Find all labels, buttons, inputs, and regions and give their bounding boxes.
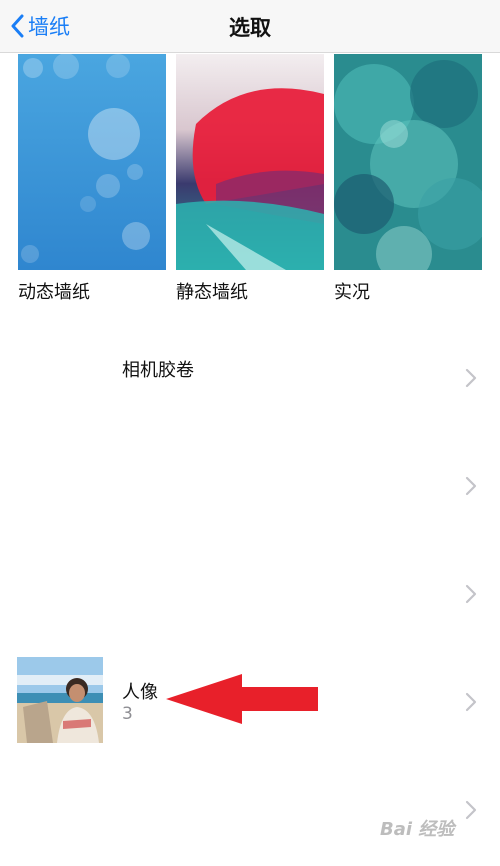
annotation-arrow-icon bbox=[166, 674, 318, 724]
live-wallpaper-label: 实况 bbox=[334, 282, 370, 303]
static-wallpaper-preview bbox=[176, 54, 324, 270]
album-row-camera-roll[interactable]: 相机胶卷 bbox=[0, 324, 500, 432]
static-wallpaper-label: 静态墙纸 bbox=[176, 282, 248, 303]
chevron-right-icon bbox=[465, 584, 477, 604]
chevron-right-icon bbox=[465, 692, 477, 712]
chevron-right-icon bbox=[465, 800, 477, 820]
chevron-right-icon bbox=[465, 368, 477, 388]
page-title: 选取 bbox=[229, 16, 271, 40]
navigation-bar: 墙纸 选取 bbox=[0, 0, 500, 53]
album-row[interactable] bbox=[0, 540, 500, 648]
watermark: Bai 经验 bbox=[380, 819, 455, 840]
dynamic-wallpaper-label: 动态墙纸 bbox=[18, 282, 90, 303]
portrait-photo bbox=[17, 657, 103, 743]
portrait-album-thumbnail bbox=[17, 657, 103, 743]
album-row[interactable] bbox=[0, 432, 500, 540]
album-title: 人像 bbox=[122, 682, 158, 703]
live-wallpaper-tile[interactable] bbox=[334, 54, 482, 270]
dynamic-wallpaper-tile[interactable] bbox=[18, 54, 166, 270]
album-count: 3 bbox=[122, 704, 133, 724]
live-wallpaper-preview bbox=[334, 54, 482, 270]
album-title: 相机胶卷 bbox=[122, 360, 194, 381]
static-wallpaper-tile[interactable] bbox=[176, 54, 324, 270]
dynamic-wallpaper-preview bbox=[18, 54, 166, 270]
chevron-right-icon bbox=[465, 476, 477, 496]
album-row[interactable] bbox=[0, 756, 500, 864]
